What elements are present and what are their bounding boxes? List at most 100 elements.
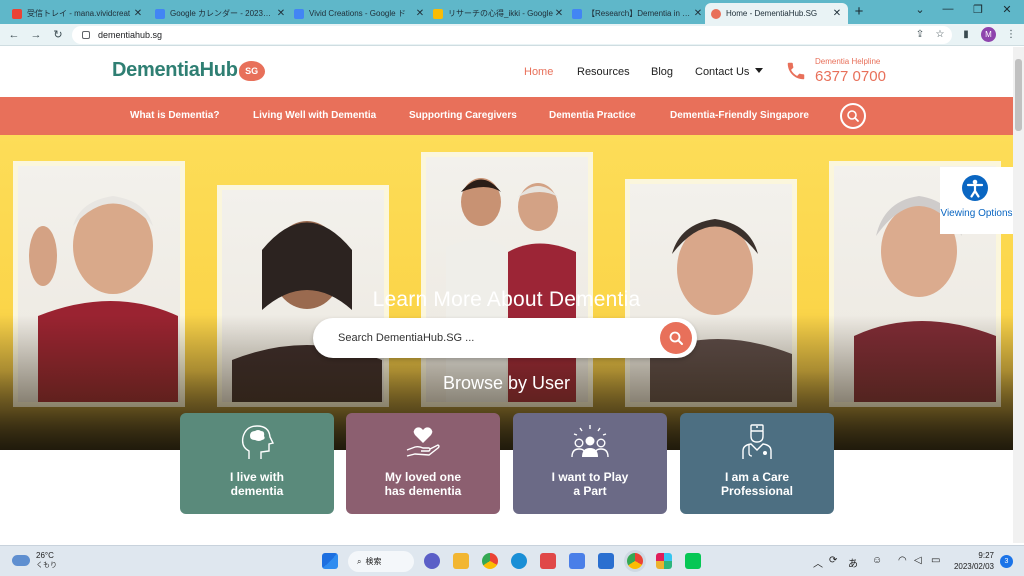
browser-tab-calendar[interactable]: Google カレンダー - 2023年 1 ✕ — [149, 3, 292, 24]
nav-contact-us[interactable]: Contact Us — [695, 66, 764, 78]
scrollbar-thumb[interactable] — [1015, 59, 1022, 131]
close-icon[interactable]: ✕ — [415, 8, 425, 19]
card-play-a-part[interactable]: I want to Play a Part — [513, 413, 667, 514]
category-nav: What is Dementia? Living Well with Demen… — [0, 97, 1013, 135]
tab-label: Vivid Creations - Google ド — [309, 9, 406, 18]
store-icon[interactable] — [569, 553, 585, 569]
heart-hand-icon — [406, 427, 440, 457]
card-loved-one-has-dementia[interactable]: My loved one has dementia — [346, 413, 500, 514]
cat-what-is-dementia[interactable]: What is Dementia? — [130, 110, 219, 121]
close-window-icon[interactable]: ✕ — [999, 3, 1015, 16]
tab-label: リサーチの心得_ikki - Google — [448, 9, 553, 18]
side-panel-icon[interactable]: ▮ — [958, 27, 974, 43]
sync-icon[interactable]: ⟳ — [829, 555, 837, 566]
hero-search-bar[interactable] — [313, 318, 697, 358]
site-header: DementiaHub SG Home Resources Blog Conta… — [0, 47, 1013, 97]
ime-indicator[interactable]: あ — [848, 555, 858, 570]
viewing-options-button[interactable]: Viewing Options — [940, 167, 1013, 234]
browser-tab-strip: 受信トレイ - mana.vividcreat ✕ Google カレンダー -… — [0, 0, 1024, 24]
minimize-icon[interactable]: — — [940, 3, 956, 15]
emoji-icon[interactable]: ☺ — [872, 555, 882, 566]
accessibility-icon — [962, 175, 988, 201]
search-icon — [669, 331, 683, 345]
card-label: I live with dementia — [229, 470, 284, 498]
close-icon[interactable]: ✕ — [133, 8, 143, 19]
browser-tab-research[interactable]: 【Research】Dementia in Sing ✕ — [566, 3, 709, 24]
nav-home[interactable]: Home — [524, 66, 553, 78]
chrome-active-icon[interactable] — [627, 553, 643, 569]
teams-chat-icon[interactable] — [424, 553, 440, 569]
tab-label: 【Research】Dementia in Sing — [587, 9, 693, 18]
battery-icon[interactable]: ▭ — [931, 555, 940, 566]
site-logo[interactable]: DementiaHub SG — [112, 59, 265, 82]
card-label: I want to Play a Part — [551, 470, 629, 498]
clock-time: 9:27 — [978, 551, 994, 560]
search-icon — [847, 110, 859, 122]
page-scrollbar[interactable] — [1013, 47, 1024, 543]
hero-search-button[interactable] — [660, 322, 692, 354]
notification-badge[interactable]: 3 — [1000, 555, 1013, 568]
app-refresh-icon[interactable] — [540, 553, 556, 569]
weather-widget[interactable]: 26°C くもり — [12, 551, 57, 570]
back-icon[interactable]: ← — [6, 27, 22, 43]
browser-tab-active[interactable]: Home - DementiaHub.SG ✕ — [705, 3, 848, 24]
docs-icon — [294, 8, 304, 19]
tab-label: Home - DementiaHub.SG — [726, 9, 818, 18]
dementia-helpline[interactable]: Dementia Helpline 6377 0700 — [785, 57, 886, 85]
browser-tab-slides[interactable]: リサーチの心得_ikki - Google ✕ — [427, 3, 570, 24]
caret-down-icon — [755, 68, 764, 73]
close-icon[interactable]: ✕ — [276, 8, 286, 19]
card-i-live-with-dementia[interactable]: I live with dementia — [180, 413, 334, 514]
wifi-icon[interactable]: ◠ — [898, 555, 907, 566]
browser-toolbar: ← → ↻ dementiahub.sg ⇪ ☆ ▮ ⋮ — [0, 24, 1024, 46]
card-care-professional[interactable]: I am a Care Professional — [680, 413, 834, 514]
cat-dementia-friendly-singapore[interactable]: Dementia-Friendly Singapore — [670, 110, 809, 121]
forward-icon[interactable]: → — [28, 27, 44, 43]
logo-text: DementiaHub — [112, 59, 238, 81]
profile-avatar[interactable]: M — [981, 27, 996, 42]
close-icon[interactable]: ✕ — [693, 8, 703, 19]
edge-icon[interactable] — [511, 553, 527, 569]
hero-search-input[interactable] — [338, 328, 638, 348]
nav-contact-label: Contact Us — [695, 66, 750, 78]
chevron-up-icon[interactable]: ︿ — [813, 555, 823, 570]
weather-condition: くもり — [36, 562, 57, 569]
browse-by-user-title: Browse by User — [442, 373, 571, 393]
slack-icon[interactable] — [656, 553, 672, 569]
menu-kebab-icon[interactable]: ⋮ — [1003, 27, 1019, 43]
phone-icon — [787, 62, 805, 80]
restore-icon[interactable]: ❐ — [970, 3, 986, 16]
chevron-down-icon[interactable]: ⌄ — [912, 3, 928, 16]
taskbar-search[interactable]: ⌕ 検索 — [348, 551, 414, 572]
close-icon[interactable]: ✕ — [554, 8, 564, 19]
speaker-mute-icon[interactable]: ◁ — [914, 555, 922, 566]
windows-taskbar: 26°C くもり ⌕ 検索 ︿ ⟳ あ ☺ ◠ ◁ ▭ 9:27 2023/02… — [0, 545, 1024, 576]
card-label: I am a Care Professional — [720, 470, 794, 498]
cat-dementia-practice[interactable]: Dementia Practice — [549, 110, 636, 121]
nav-search-button[interactable] — [840, 103, 866, 129]
chrome-icon[interactable] — [482, 553, 498, 569]
weather-temperature: 26°C — [36, 551, 54, 560]
card-label: My loved one has dementia — [384, 470, 462, 498]
lock-icon[interactable] — [82, 31, 90, 39]
line-icon[interactable] — [685, 553, 701, 569]
close-icon[interactable]: ✕ — [832, 8, 842, 19]
browser-tab-gmail[interactable]: 受信トレイ - mana.vividcreat ✕ — [6, 3, 149, 24]
start-windows-icon[interactable] — [322, 553, 338, 569]
system-clock[interactable]: 9:27 2023/02/03 — [950, 550, 994, 572]
cat-supporting-caregivers[interactable]: Supporting Caregivers — [409, 110, 517, 121]
cloud-icon — [12, 555, 30, 566]
mail-icon[interactable] — [598, 553, 614, 569]
cat-living-well[interactable]: Living Well with Dementia — [253, 110, 376, 121]
browser-tab-docs[interactable]: Vivid Creations - Google ド ✕ — [288, 3, 431, 24]
new-tab-button[interactable]: + — [851, 4, 867, 20]
nav-resources[interactable]: Resources — [577, 66, 630, 78]
gmail-icon — [12, 8, 22, 19]
nav-blog[interactable]: Blog — [651, 66, 673, 78]
clock-date: 2023/02/03 — [953, 562, 994, 571]
share-icon[interactable]: ⇪ — [912, 27, 928, 43]
reload-icon[interactable]: ↻ — [50, 27, 66, 43]
bookmark-star-icon[interactable]: ☆ — [932, 27, 948, 43]
file-explorer-icon[interactable] — [453, 553, 469, 569]
address-bar[interactable]: dementiahub.sg — [72, 26, 952, 44]
